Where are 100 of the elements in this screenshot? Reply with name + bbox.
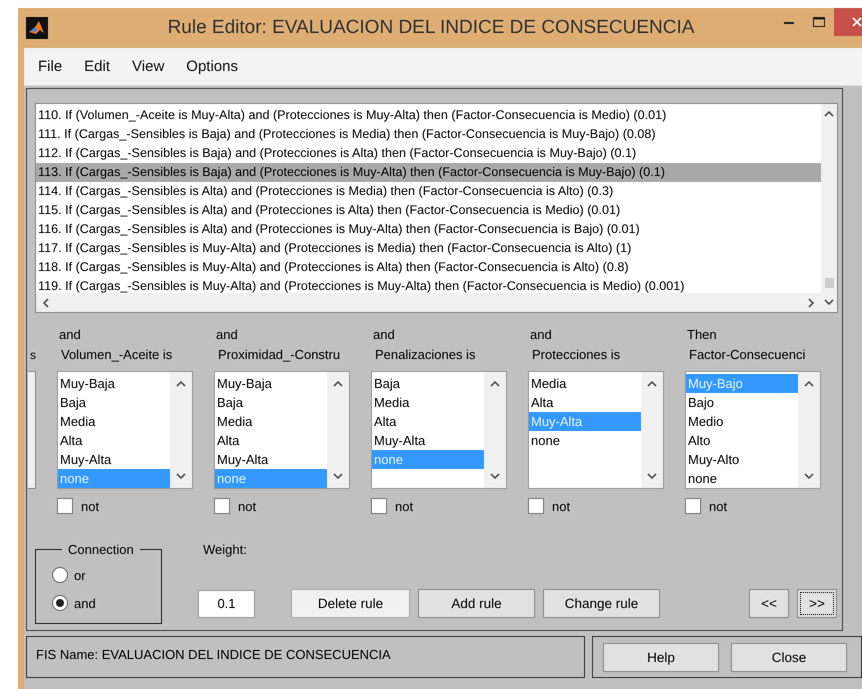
checkbox-label: not bbox=[552, 498, 570, 514]
scroll-down-icon[interactable] bbox=[803, 472, 815, 480]
radio-label: or bbox=[74, 568, 86, 582]
scroll-up-icon[interactable] bbox=[332, 380, 344, 388]
scroll-down-icon[interactable] bbox=[489, 472, 501, 480]
rule-item[interactable]: 113. If (Cargas_-Sensibles is Baja) and (Protecciones is Muy-Alta) then (Factor-Consecuencia is Muy-Bajo) (0.1) bbox=[36, 163, 821, 182]
checkbox-label: not bbox=[709, 498, 728, 514]
scroll-up-icon[interactable] bbox=[489, 380, 501, 388]
rule-item[interactable]: 110. If (Volumen_-Aceite is Muy-Alta) and (Protecciones is Muy-Alta) then (Factor-Consecuencia is Medio) (0.01) bbox=[36, 106, 821, 125]
rule-item[interactable]: 119. If (Cargas_-Sensibles is Muy-Alta) and (Protecciones is Muy-Alta) then (Factor-Consecuencia is Medio) (0.001) bbox=[36, 277, 821, 293]
connector-label: and bbox=[372, 326, 396, 344]
not-checkbox[interactable] bbox=[57, 498, 73, 514]
connector-label: and bbox=[215, 326, 239, 344]
connector-label: and bbox=[529, 326, 553, 344]
horizontal-scrollbar[interactable] bbox=[36, 293, 821, 312]
not-checkbox[interactable] bbox=[371, 498, 387, 514]
list-item[interactable]: Muy-Baja bbox=[58, 374, 170, 393]
variable-label: Proximidad_-Constru bbox=[217, 346, 342, 364]
menu-item[interactable]: Options bbox=[178, 56, 246, 77]
checkbox-label: not bbox=[395, 498, 414, 514]
checkbox-label: not bbox=[81, 498, 100, 514]
connector-label: Then bbox=[686, 326, 718, 344]
column-label: s bbox=[29, 347, 36, 364]
rule-item[interactable]: 112. If (Cargas_-Sensibles is Baja) and (Protecciones is Alta) then (Factor-Consecuencia is Muy-Bajo) (0.1) bbox=[36, 144, 821, 163]
checkbox-label: not bbox=[238, 498, 256, 514]
radio-label: and bbox=[74, 596, 96, 610]
scroll-down-icon[interactable] bbox=[175, 472, 187, 480]
status-text: FIS Name: EVALUACION DEL INDICE DE CONSECUENCIA bbox=[26, 636, 585, 678]
list-item[interactable]: Media bbox=[529, 374, 641, 393]
minimize-icon bbox=[784, 20, 794, 24]
scroll-down-icon[interactable] bbox=[646, 472, 658, 480]
weight-label: Weight: bbox=[202, 542, 248, 557]
scroll-up-icon[interactable] bbox=[823, 110, 835, 118]
scroll-down-icon[interactable] bbox=[332, 472, 344, 480]
action-button[interactable]: Add rule bbox=[418, 589, 535, 618]
list-item[interactable]: Alta bbox=[372, 412, 484, 431]
vertical-scrollbar[interactable] bbox=[821, 104, 837, 312]
rule-item[interactable]: 115. If (Cargas_-Sensibles is Alta) and (Protecciones is Alta) then (Factor-Consecuencia is Medio) (0.01) bbox=[36, 201, 821, 220]
not-checkbox[interactable] bbox=[214, 498, 230, 514]
app-icon bbox=[26, 17, 48, 39]
list-box[interactable]: Muy-Baja Baja Media Alta Muy-Alta none bbox=[57, 371, 193, 489]
scroll-up-icon[interactable] bbox=[803, 380, 815, 388]
list-item[interactable]: none bbox=[529, 431, 641, 450]
group-title: Connection bbox=[67, 542, 135, 557]
list-item[interactable]: Media bbox=[372, 393, 484, 412]
list-item[interactable]: Alta bbox=[58, 431, 170, 450]
list-item[interactable]: Media bbox=[215, 412, 327, 431]
rule-item[interactable]: 111. If (Cargas_-Sensibles is Baja) and (Protecciones is Media) then (Factor-Consecuencia is Muy-Bajo) (0.08) bbox=[36, 125, 821, 144]
list-item[interactable]: Baja bbox=[372, 374, 484, 393]
nav-button[interactable]: << bbox=[749, 589, 789, 618]
list-item[interactable]: Muy-Alta bbox=[215, 450, 327, 469]
action-button[interactable]: Change rule bbox=[543, 589, 660, 618]
list-item[interactable]: none bbox=[686, 469, 798, 488]
not-checkbox[interactable] bbox=[685, 498, 701, 514]
variable-label: Factor-Consecuenci bbox=[688, 346, 806, 364]
list-item[interactable]: Muy-Alta bbox=[58, 450, 170, 469]
scroll-right-icon[interactable] bbox=[807, 296, 815, 308]
footer-button[interactable]: Help bbox=[603, 642, 719, 672]
scroll-up-icon[interactable] bbox=[175, 380, 187, 388]
scroll-thumb[interactable] bbox=[824, 278, 834, 288]
menu-item[interactable]: Edit bbox=[76, 56, 118, 77]
radio-button[interactable] bbox=[52, 567, 68, 583]
variable-label: Protecciones is bbox=[531, 346, 622, 364]
list-item[interactable]: Alto bbox=[686, 431, 798, 450]
connector-label: and bbox=[58, 326, 82, 344]
list-item[interactable]: Muy-Alto bbox=[686, 450, 798, 469]
rule-item[interactable]: 118. If (Cargas_-Sensibles is Muy-Alta) and (Protecciones is Alta) then (Factor-Consecuencia is Alto) (0.8) bbox=[36, 258, 821, 277]
menu-item[interactable]: View bbox=[124, 56, 172, 77]
scroll-left-icon[interactable] bbox=[42, 296, 50, 308]
rule-list[interactable] bbox=[35, 103, 838, 313]
rule-item[interactable]: 117. If (Cargas_-Sensibles is Muy-Alta) and (Protecciones is Media) then (Factor-Consecuencia is Alto) (1) bbox=[36, 239, 821, 258]
close-icon bbox=[852, 17, 862, 27]
variable-label: Volumen_-Aceite is bbox=[60, 346, 174, 364]
list-box[interactable]: Media Alta Muy-Alta none bbox=[528, 371, 664, 489]
list-item[interactable]: Baja bbox=[215, 393, 327, 412]
list-box[interactable]: Muy-Baja Baja Media Alta Muy-Alta none bbox=[214, 371, 350, 489]
menu-item[interactable]: File bbox=[30, 56, 70, 77]
radio-button[interactable] bbox=[52, 595, 68, 611]
scroll-up-icon[interactable] bbox=[646, 380, 658, 388]
list-item[interactable]: Bajo bbox=[686, 393, 798, 412]
list-item[interactable]: Alta bbox=[529, 393, 641, 412]
nav-button[interactable]: >> bbox=[797, 589, 837, 618]
variable-label: Penalizaciones is bbox=[374, 346, 476, 364]
rule-item[interactable]: 116. If (Cargas_-Sensibles is Alta) and (Protecciones is Muy-Alta) then (Factor-Consecuencia is Bajo) (0.01) bbox=[36, 220, 821, 239]
list-item[interactable]: Medio bbox=[686, 412, 798, 431]
scroll-down-icon[interactable] bbox=[823, 298, 835, 306]
list-box[interactable]: Muy-Bajo Bajo Medio Alto Muy-Alto none bbox=[685, 371, 821, 489]
list-item[interactable]: Baja bbox=[58, 393, 170, 412]
list-box[interactable]: Baja Media Alta Muy-Alta none bbox=[371, 371, 507, 489]
list-box[interactable] bbox=[28, 371, 36, 489]
footer-button[interactable]: Close bbox=[731, 642, 847, 672]
rule-item[interactable]: 114. If (Cargas_-Sensibles is Alta) and (Protecciones is Media) then (Factor-Consecuencia is Alto) (0.3) bbox=[36, 182, 821, 201]
not-checkbox[interactable] bbox=[528, 498, 544, 514]
list-item[interactable]: Media bbox=[58, 412, 170, 431]
list-item[interactable]: Muy-Alta bbox=[372, 431, 484, 450]
weight-field[interactable]: 0.1 bbox=[198, 590, 255, 618]
list-item[interactable]: Alta bbox=[215, 431, 327, 450]
list-item[interactable]: Muy-Baja bbox=[215, 374, 327, 393]
action-button[interactable]: Delete rule bbox=[291, 589, 410, 618]
maximize-icon bbox=[813, 17, 825, 27]
